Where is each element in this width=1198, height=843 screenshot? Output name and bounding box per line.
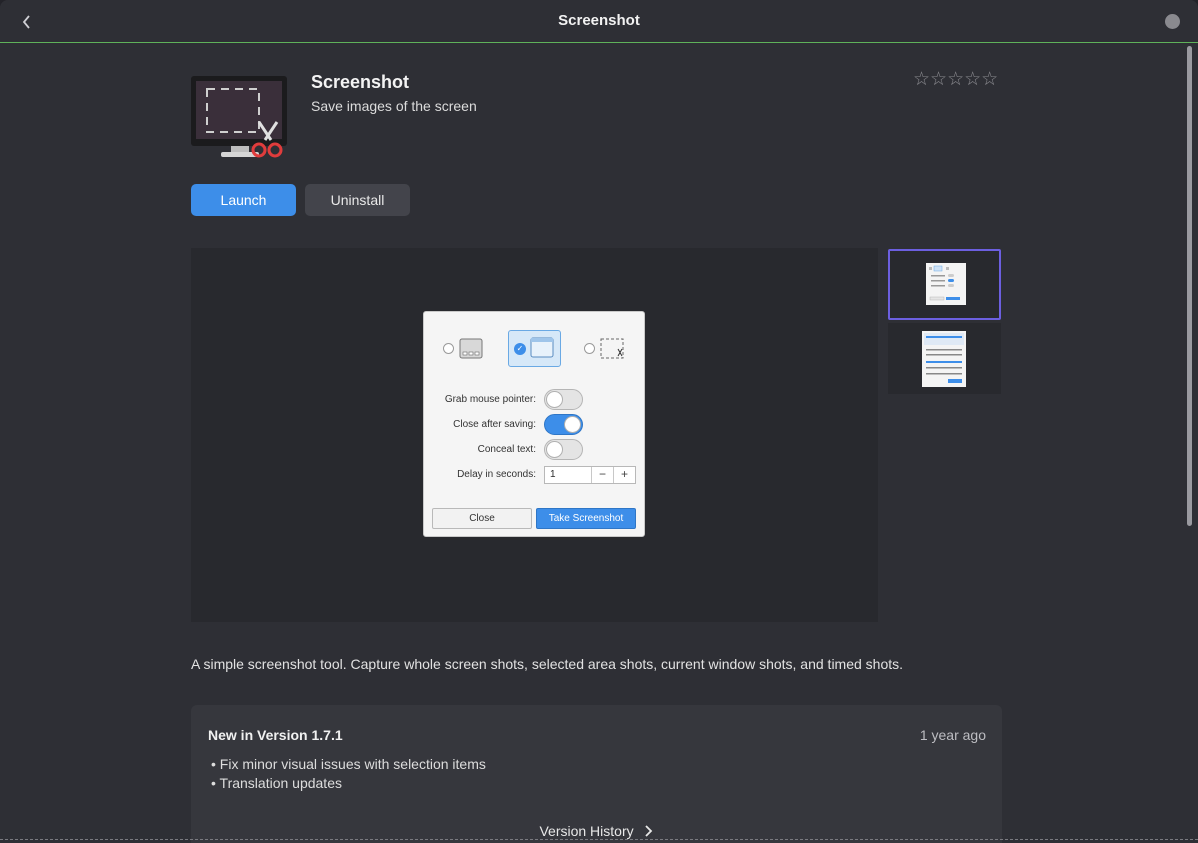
- thumbnail-image: [926, 263, 966, 305]
- toggle-close: [544, 414, 583, 435]
- app-summary: Save images of the screen: [311, 98, 477, 114]
- settings-thumb-icon: [924, 333, 964, 383]
- version-history-label: Version History: [539, 823, 634, 839]
- release-title: New in Version 1.7.1: [208, 727, 343, 743]
- app-icon: [191, 76, 287, 160]
- radio-screen: [443, 343, 454, 354]
- version-history-link[interactable]: Version History: [191, 823, 1002, 839]
- app-details-window: Screenshot Screenshot Save images of the…: [0, 0, 1198, 843]
- release-notes-list: • Fix minor visual issues with selection…: [211, 755, 486, 793]
- release-note: • Fix minor visual issues with selection…: [211, 756, 486, 772]
- release-note: • Translation updates: [211, 775, 342, 791]
- launch-button[interactable]: Launch: [191, 184, 296, 216]
- screenshot-thumbnail-2[interactable]: [888, 323, 1001, 394]
- option-label-close: Close after saving:: [453, 419, 536, 430]
- radio-area: [584, 343, 595, 354]
- window-mode-option: ✓: [508, 330, 561, 367]
- check-icon: ✓: [514, 343, 526, 355]
- release-date: 1 year ago: [919, 727, 986, 743]
- window-title: Screenshot: [558, 12, 640, 29]
- preview-dialog: ✓ Grab mouse pointer: Close after saving…: [423, 311, 645, 537]
- header-bar: Screenshot: [0, 0, 1198, 43]
- plus-icon: +: [613, 467, 635, 483]
- dialog-take-button: Take Screenshot: [536, 508, 636, 529]
- option-label-conceal: Conceal text:: [477, 444, 536, 455]
- toggle-conceal: [544, 439, 583, 460]
- toggle-pointer: [544, 389, 583, 410]
- chevron-right-icon: [644, 825, 652, 837]
- screenshot-thumbnail-1[interactable]: [888, 249, 1001, 320]
- minus-icon: −: [591, 467, 613, 483]
- option-label-pointer: Grab mouse pointer:: [444, 394, 536, 405]
- dialog-thumb-icon: [929, 265, 960, 301]
- rating-stars[interactable]: ☆☆☆☆☆: [913, 68, 998, 91]
- delay-value: 1: [550, 469, 556, 480]
- uninstall-button[interactable]: Uninstall: [305, 184, 410, 216]
- window-control-icon[interactable]: [1165, 14, 1180, 29]
- delay-spinner: 1 − +: [544, 466, 636, 484]
- window-mode-icon: [530, 337, 554, 358]
- area-mode-icon: [600, 338, 624, 359]
- release-notes-card: New in Version 1.7.1 1 year ago • Fix mi…: [191, 705, 1002, 843]
- monitor-scissors-icon: [191, 76, 287, 158]
- app-name: Screenshot: [311, 72, 410, 92]
- app-description: A simple screenshot tool. Capture whole …: [191, 656, 904, 672]
- window-bottom-edge: [0, 839, 1198, 840]
- dialog-close-button: Close: [432, 508, 532, 529]
- thumbnail-image: [922, 331, 966, 387]
- scrollbar[interactable]: [1187, 46, 1192, 526]
- delay-label: Delay in seconds:: [457, 469, 536, 480]
- screen-mode-icon: [459, 338, 483, 359]
